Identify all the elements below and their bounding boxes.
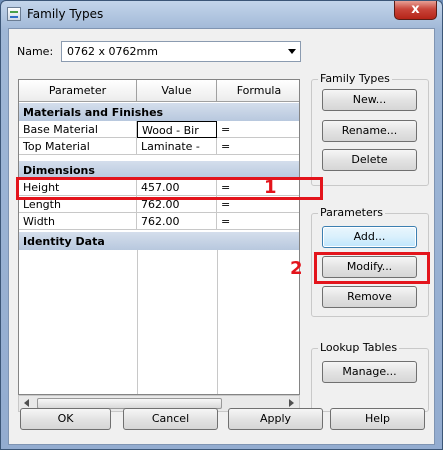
column-header-value[interactable]: Value	[137, 80, 217, 102]
formula-top-material[interactable]: =	[217, 138, 299, 155]
rename-type-button[interactable]: Rename...	[322, 120, 417, 142]
column-header-formula[interactable]: Formula	[217, 80, 299, 102]
cancel-button[interactable]: Cancel	[123, 408, 218, 430]
formula-base-material[interactable]: =	[217, 121, 299, 138]
name-dropdown-value: 0762 x 0762mm	[67, 45, 158, 58]
ok-button[interactable]: OK	[20, 408, 111, 430]
parameters-group-label: Parameters	[318, 206, 385, 219]
name-dropdown[interactable]: 0762 x 0762mm	[61, 41, 301, 62]
lookup-tables-group-label: Lookup Tables	[318, 341, 400, 354]
column-header-parameter[interactable]: Parameter	[19, 80, 137, 102]
add-parameter-button[interactable]: Add...	[322, 226, 417, 248]
value-column-divider	[137, 250, 138, 394]
section-materials-and-finishes[interactable]: Materials and Finishes	[19, 102, 299, 121]
param-width: Width	[19, 213, 137, 230]
formula-width[interactable]: =	[217, 213, 299, 230]
scroll-left-icon[interactable]	[24, 399, 29, 407]
param-top-material: Top Material	[19, 138, 137, 155]
parameter-grid: Parameter Value Formula Materials and Fi…	[18, 79, 300, 395]
title-bar[interactable]: Family Types x	[1, 1, 442, 28]
close-button[interactable]: x	[394, 1, 437, 20]
formula-column-divider	[217, 250, 218, 394]
family-types-group-label: Family Types	[318, 72, 392, 85]
section-identity-data[interactable]: Identity Data	[19, 231, 299, 250]
new-type-button[interactable]: New...	[322, 89, 417, 111]
window-title: Family Types	[27, 7, 104, 21]
value-base-material[interactable]: Wood - Bir	[137, 121, 217, 138]
delete-type-button[interactable]: Delete	[322, 149, 417, 171]
remove-parameter-button[interactable]: Remove	[322, 286, 417, 308]
value-width[interactable]: 762.00	[137, 213, 217, 230]
annotation-highlight-modify-button	[314, 252, 430, 284]
apply-button[interactable]: Apply	[228, 408, 323, 430]
annotation-marker-1: 1	[264, 177, 277, 198]
family-types-window: Family Types x Name: 0762 x 0762mm Param…	[0, 0, 443, 450]
dialog-body: Name: 0762 x 0762mm Parameter Value Form…	[8, 28, 435, 445]
annotation-marker-2: 2	[290, 258, 303, 279]
scroll-right-icon[interactable]	[289, 399, 294, 407]
value-top-material[interactable]: Laminate -	[137, 138, 217, 155]
help-button[interactable]: Help	[330, 408, 425, 430]
family-types-app-icon	[7, 7, 21, 21]
name-label: Name:	[17, 45, 54, 58]
param-base-material: Base Material	[19, 121, 137, 138]
manage-lookup-tables-button[interactable]: Manage...	[322, 361, 417, 383]
chevron-down-icon[interactable]	[288, 49, 296, 54]
annotation-highlight-height-row	[16, 177, 323, 200]
